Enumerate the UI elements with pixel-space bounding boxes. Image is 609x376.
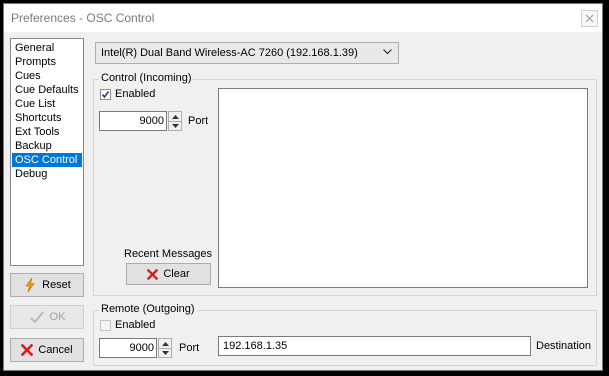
checkmark-icon <box>101 91 110 99</box>
network-adapter-value: Intel(R) Dual Band Wireless-AC 7260 (192… <box>101 47 358 59</box>
lightning-icon <box>25 278 35 292</box>
recent-messages-box[interactable] <box>218 88 588 288</box>
spin-down-button[interactable] <box>159 348 171 357</box>
cancel-label: Cancel <box>38 344 73 356</box>
x-icon <box>21 344 34 356</box>
recent-messages-label: Recent Messages <box>124 248 213 260</box>
incoming-port-stepper[interactable] <box>168 111 182 131</box>
sidebar-item-cues[interactable]: Cues <box>12 69 82 83</box>
incoming-enabled-checkbox[interactable] <box>100 89 111 100</box>
sidebar-item-debug[interactable]: Debug <box>12 167 82 181</box>
sidebar-item-prompts[interactable]: Prompts <box>12 55 82 69</box>
close-icon <box>585 14 594 23</box>
reset-button[interactable]: Reset <box>10 273 84 297</box>
spin-down-button[interactable] <box>169 121 181 130</box>
checkmark-icon <box>29 311 44 324</box>
ok-label: OK <box>49 311 66 323</box>
outgoing-port-input[interactable] <box>99 338 157 358</box>
x-icon <box>147 268 159 280</box>
chevron-up-icon <box>161 341 169 346</box>
sidebar-item-shortcuts[interactable]: Shortcuts <box>12 111 82 125</box>
sidebar-item-backup[interactable]: Backup <box>12 139 82 153</box>
clear-button[interactable]: Clear <box>126 263 211 285</box>
cancel-button[interactable]: Cancel <box>10 338 84 362</box>
title-bar: Preferences - OSC Control <box>4 4 602 32</box>
sidebar-item-osc-control[interactable]: OSC Control <box>12 153 82 167</box>
outgoing-enabled-checkbox[interactable] <box>100 320 111 331</box>
sidebar-item-general[interactable]: General <box>12 41 82 55</box>
chevron-down-icon <box>383 49 392 55</box>
preferences-category-list[interactable]: General Prompts Cues Cue Defaults Cue Li… <box>10 38 84 266</box>
network-adapter-dropdown[interactable]: Intel(R) Dual Band Wireless-AC 7260 (192… <box>95 42 399 64</box>
outgoing-enabled-label: Enabled <box>115 319 156 331</box>
outgoing-port-stepper[interactable] <box>158 338 172 358</box>
chevron-down-icon <box>171 123 179 128</box>
control-incoming-group-label: Control (Incoming) <box>99 72 194 84</box>
remote-outgoing-group-label: Remote (Outgoing) <box>99 303 197 315</box>
destination-input[interactable] <box>218 336 531 356</box>
sidebar-item-cue-defaults[interactable]: Cue Defaults <box>12 83 82 97</box>
outgoing-port-label: Port <box>179 342 200 354</box>
destination-label: Destination <box>536 340 592 352</box>
window-title: Preferences - OSC Control <box>11 11 155 25</box>
incoming-enabled-label: Enabled <box>115 88 156 100</box>
sidebar-item-cue-list[interactable]: Cue List <box>12 97 82 111</box>
incoming-port-label: Port <box>188 115 209 127</box>
preferences-window: Preferences - OSC Control General Prompt… <box>3 3 603 371</box>
reset-label: Reset <box>42 279 71 291</box>
chevron-up-icon <box>171 114 179 119</box>
clear-label: Clear <box>163 268 190 280</box>
sidebar-item-ext-tools[interactable]: Ext Tools <box>12 125 82 139</box>
incoming-port-input[interactable] <box>99 111 167 131</box>
close-button[interactable] <box>581 10 598 27</box>
ok-button[interactable]: OK <box>10 305 84 329</box>
chevron-down-icon <box>161 350 169 355</box>
